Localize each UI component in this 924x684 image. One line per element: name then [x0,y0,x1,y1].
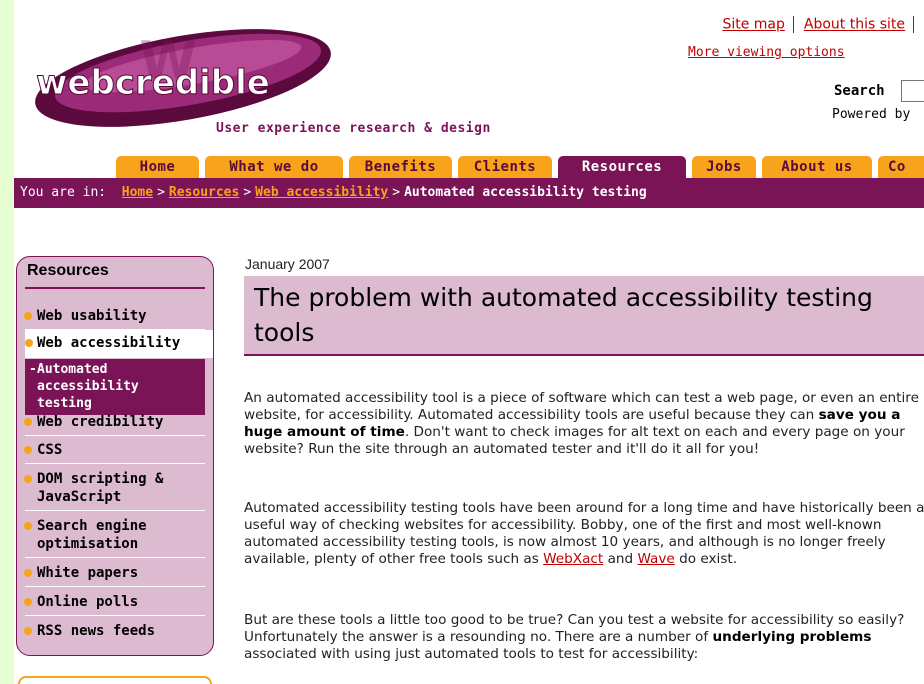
breadcrumb-prefix: You are in: [20,185,107,200]
secondary-sidebar-box [18,676,212,684]
bullet-icon [24,598,32,606]
sidebar-divider [25,287,205,289]
sidebar-item-label: Online polls [37,594,139,610]
site-map-link[interactable]: Site map [722,17,784,33]
breadcrumb-resources[interactable]: Resources [169,185,239,200]
sidebar-divider [25,586,205,587]
sidebar-item-web-accessibility[interactable]: Web accessibility [25,330,213,358]
bullet-icon [24,522,32,530]
svg-text:webcredible: webcredible [36,63,270,103]
sidebar-item-label: Automated accessibility testing [37,362,139,411]
tab-what-we-do[interactable]: What we do [205,156,343,178]
article-paragraph-2: Automated accessibility testing tools ha… [244,500,924,568]
tab-resources[interactable]: Resources [558,156,686,178]
sidebar-item-rss-feeds[interactable]: RSS news feeds [17,622,213,640]
breadcrumb-web-accessibility[interactable]: Web accessibility [255,185,388,200]
resources-sidebar: Resources Web usability Web accessibilit… [16,256,214,656]
article-paragraph-1: An automated accessibility tool is a pie… [244,390,924,458]
powered-by-text: Powered by [832,107,911,122]
sidebar-divider [25,557,205,558]
breadcrumb-separator: > [392,185,401,200]
sidebar-item-label: Web credibility [37,414,164,430]
breadcrumb: You are in: Home > Resources > Web accessibi… [14,178,924,208]
breadcrumb-separator: > [243,185,252,200]
sidebar-divider [25,435,205,436]
text-run: and [603,551,638,567]
tab-clients[interactable]: Clients [458,156,552,178]
sidebar-item-label: CSS [37,442,63,458]
tab-jobs[interactable]: Jobs [692,156,756,178]
sidebar-item-label: RSS news feeds [37,623,156,639]
bullet-icon [24,418,32,426]
tab-contact[interactable]: Co [878,156,924,178]
webxact-link[interactable]: WebXact [543,551,603,567]
text-run: do exist. [674,551,738,567]
sidebar-item-web-usability[interactable]: Web usability [17,307,213,325]
main-nav: Home What we do Benefits Clients Resourc… [14,156,924,178]
text-run: associated with using just automated too… [244,646,699,662]
bullet-icon [24,446,32,454]
page: W webcredible User experience research &… [14,0,924,684]
sidebar-divider [25,463,205,464]
bullet-icon [25,339,33,347]
tab-benefits[interactable]: Benefits [349,156,452,178]
tab-home[interactable]: Home [116,156,199,178]
bullet-icon [24,569,32,577]
bullet-icon [24,627,32,635]
article-title: The problem with automated accessibility… [244,276,924,356]
tagline: User experience research & design [216,121,491,136]
tab-about-us[interactable]: About us [762,156,872,178]
wave-link[interactable]: Wave [637,551,674,567]
more-viewing-options-link[interactable]: More viewing options [688,45,845,60]
link-divider [913,16,914,33]
dash-icon: - [29,362,37,377]
sidebar-item-seo[interactable]: Search engine optimisation [17,517,213,553]
bullet-icon [24,475,32,483]
sidebar-item-online-polls[interactable]: Online polls [17,593,213,611]
sidebar-item-label: Web accessibility [37,335,181,351]
link-divider [792,16,794,33]
about-site-link[interactable]: About this site [804,17,905,33]
bullet-icon [24,312,32,320]
emphasis: underlying problems [712,629,872,645]
sidebar-item-css[interactable]: CSS [17,441,213,459]
sidebar-item-white-papers[interactable]: White papers [17,564,213,582]
sidebar-title: Resources [27,262,109,279]
sidebar-item-dom-scripting[interactable]: DOM scripting & JavaScript [17,470,213,506]
sidebar-divider [25,510,205,511]
article-paragraph-3: But are these tools a little too good to… [244,612,924,663]
sidebar-item-label: Web usability [37,308,147,324]
top-links: Site map About this site [722,16,914,33]
breadcrumb-separator: > [157,185,165,200]
sidebar-item-label: White papers [37,565,139,581]
search-input[interactable] [901,80,924,102]
sidebar-item-web-credibility[interactable]: Web credibility [17,413,213,431]
sidebar-item-label: Search engine optimisation [37,518,147,552]
article-date: January 2007 [245,256,330,272]
search-label: Search [834,83,885,99]
sidebar-subitem-automated-testing[interactable]: - Automated accessibility testing [25,359,205,415]
sidebar-item-label: DOM scripting & JavaScript [37,471,164,505]
breadcrumb-home[interactable]: Home [122,185,153,200]
breadcrumb-current: Automated accessibility testing [404,185,647,200]
sidebar-divider [25,615,205,616]
